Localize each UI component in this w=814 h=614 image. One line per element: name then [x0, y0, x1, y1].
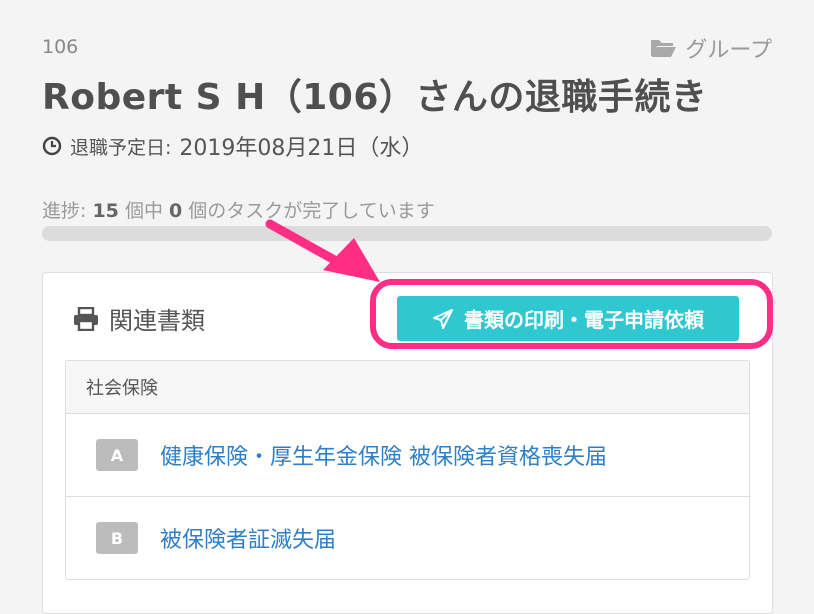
document-row: A 健康保険・厚生年金保険 被保険者資格喪失届: [66, 414, 749, 497]
document-link[interactable]: 健康保険・厚生年金保険 被保険者資格喪失届: [160, 439, 607, 471]
section-header: 社会保険: [66, 361, 749, 414]
document-link[interactable]: 被保険者証滅失届: [160, 522, 336, 554]
document-row: B 被保険者証滅失届: [66, 497, 749, 579]
document-badge: B: [96, 522, 138, 554]
document-badge: A: [96, 439, 138, 471]
document-list: 社会保険 A 健康保険・厚生年金保険 被保険者資格喪失届 B 被保険者証滅失届: [65, 360, 750, 580]
